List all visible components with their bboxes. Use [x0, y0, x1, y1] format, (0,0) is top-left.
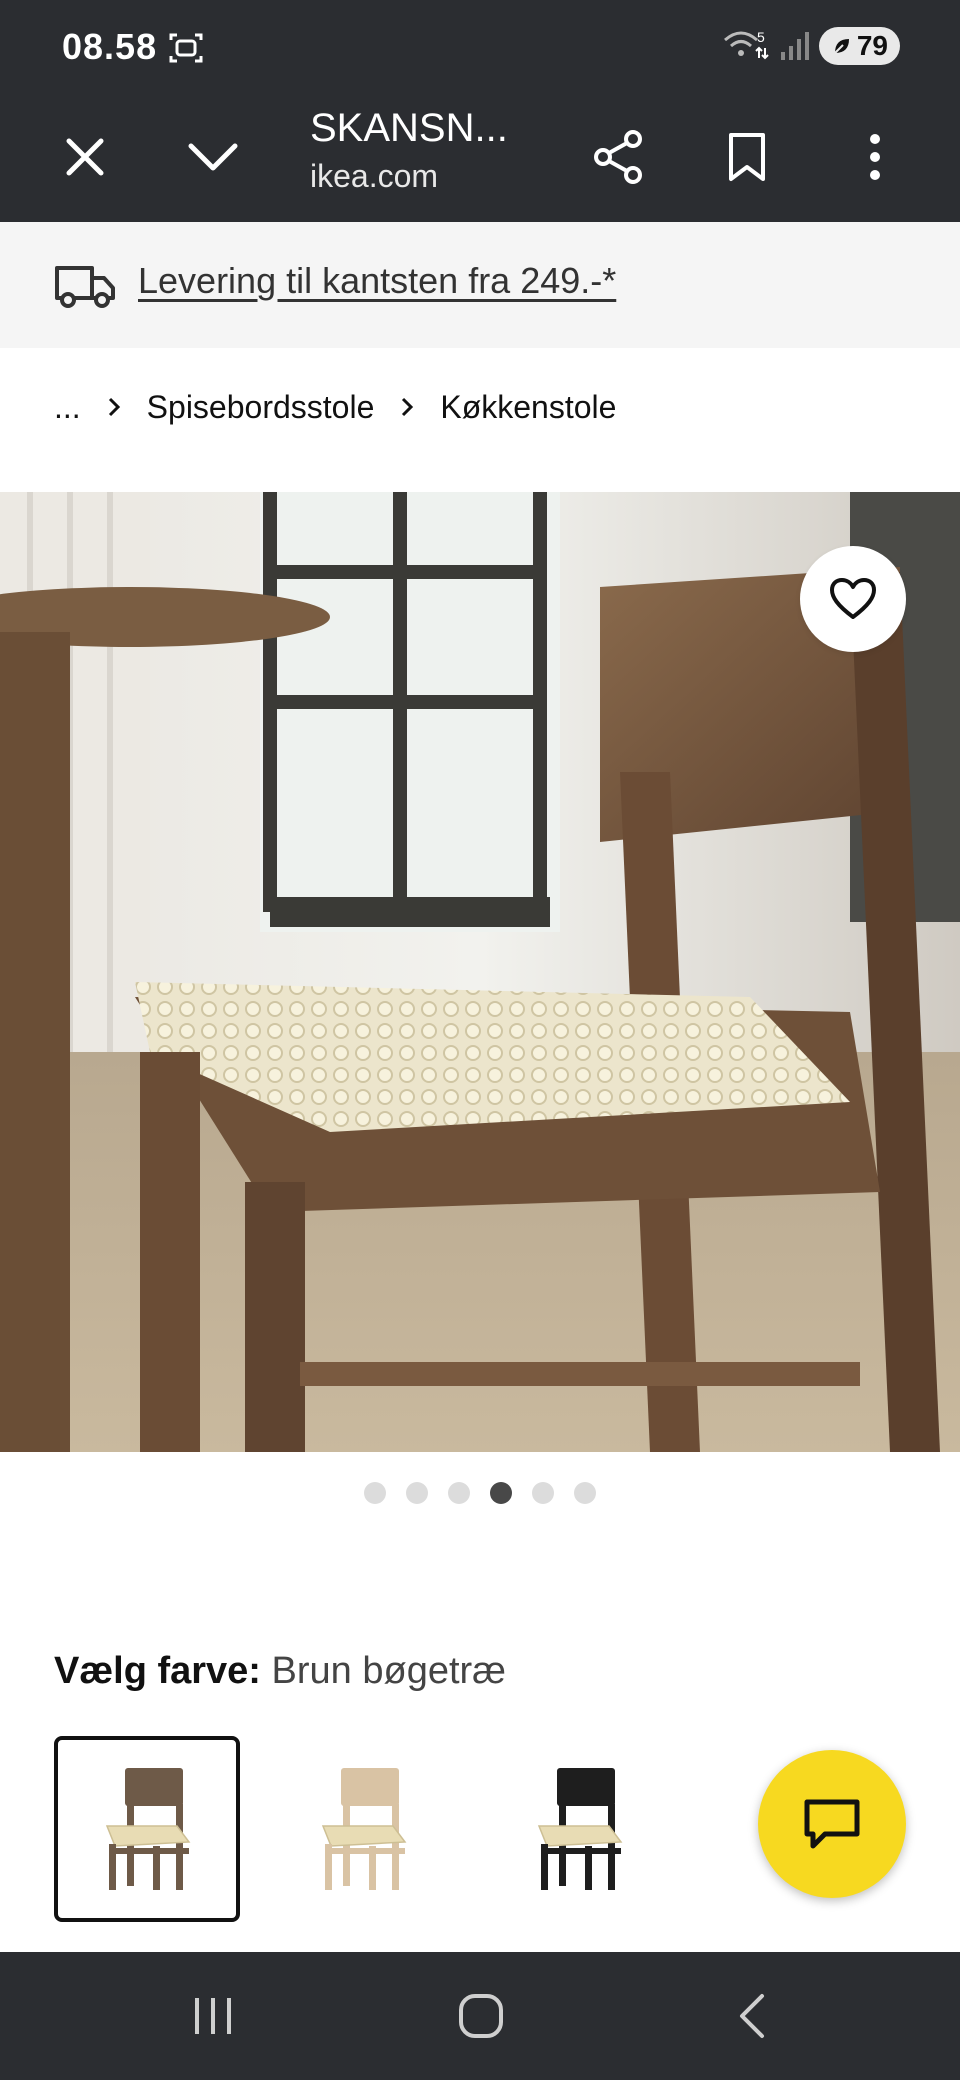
status-time: 08.58: [62, 26, 158, 67]
page-title-block[interactable]: SKANSN... ikea.com: [310, 100, 570, 196]
breadcrumb-item-kokkenstole[interactable]: Køkkenstole: [440, 389, 616, 426]
more-icon: [870, 134, 880, 180]
battery-level: 79: [856, 30, 888, 61]
chat-button[interactable]: [758, 1750, 906, 1898]
chevron-right-icon: [107, 396, 121, 418]
system-navigation-bar: [0, 1952, 960, 2080]
status-icons: 5 79: [723, 26, 900, 66]
carousel-dot[interactable]: [532, 1482, 554, 1504]
back-button[interactable]: [706, 1974, 796, 2058]
recent-apps-button[interactable]: [168, 1974, 258, 2058]
close-button[interactable]: [40, 112, 130, 202]
recent-apps-icon: [195, 1998, 231, 2034]
back-icon: [740, 1994, 764, 2038]
color-label-title: Vælg farve:: [54, 1650, 261, 1692]
chat-icon: [804, 1799, 860, 1849]
breadcrumb-item-spisebordsstole[interactable]: Spisebordsstole: [147, 389, 375, 426]
breadcrumb-ellipsis[interactable]: ...: [54, 389, 81, 426]
delivery-link[interactable]: Levering til kantsten fra 249.-*: [138, 260, 616, 302]
delivery-banner[interactable]: Levering til kantsten fra 249.-*: [0, 222, 960, 348]
breadcrumb: ... Spisebordsstole Køkkenstole: [54, 382, 616, 432]
color-label-value: Brun bøgetræ: [271, 1650, 506, 1692]
chair-thumbnail: [321, 1768, 407, 1890]
chair-thumbnail: [537, 1768, 623, 1890]
more-button[interactable]: [830, 112, 920, 202]
chevron-right-icon: [400, 396, 414, 418]
page-url: ikea.com: [310, 158, 439, 194]
share-icon: [594, 130, 642, 184]
wifi-icon: 5: [723, 29, 769, 60]
home-icon: [459, 1994, 503, 2038]
heart-icon: [830, 578, 876, 619]
screen-record-icon: [169, 33, 203, 63]
browser-toolbar: SKANSN... ikea.com: [0, 92, 960, 222]
carousel-dot[interactable]: [490, 1482, 512, 1504]
chair-thumbnail: [105, 1768, 191, 1890]
color-swatch-brown[interactable]: [54, 1736, 240, 1922]
page-title: SKANSN...: [310, 106, 508, 150]
bookmark-icon: [729, 133, 765, 181]
status-bar: 08.58 5 79: [0, 0, 960, 92]
minimize-button[interactable]: [168, 112, 258, 202]
bookmark-button[interactable]: [702, 112, 792, 202]
carousel-dot[interactable]: [364, 1482, 386, 1504]
color-swatch-black[interactable]: [486, 1736, 672, 1922]
svg-text:5: 5: [757, 29, 765, 45]
close-icon: [66, 138, 104, 176]
carousel-dot[interactable]: [574, 1482, 596, 1504]
color-swatch-natural[interactable]: [270, 1736, 456, 1922]
home-button[interactable]: [436, 1974, 526, 2058]
image-carousel-dots: [0, 1482, 960, 1510]
color-chooser-label: Vælg farve: Brun bøgetræ: [54, 1650, 506, 1693]
color-swatches: [54, 1736, 672, 1922]
share-button[interactable]: [574, 112, 664, 202]
battery-icon: 79: [818, 27, 900, 65]
favorite-button[interactable]: [800, 546, 906, 652]
battery-saver-icon: [834, 39, 849, 54]
chevron-down-icon: [188, 143, 238, 171]
carousel-dot[interactable]: [448, 1482, 470, 1504]
carousel-dot[interactable]: [406, 1482, 428, 1504]
truck-icon: [55, 266, 115, 308]
signal-icon: [780, 32, 809, 60]
